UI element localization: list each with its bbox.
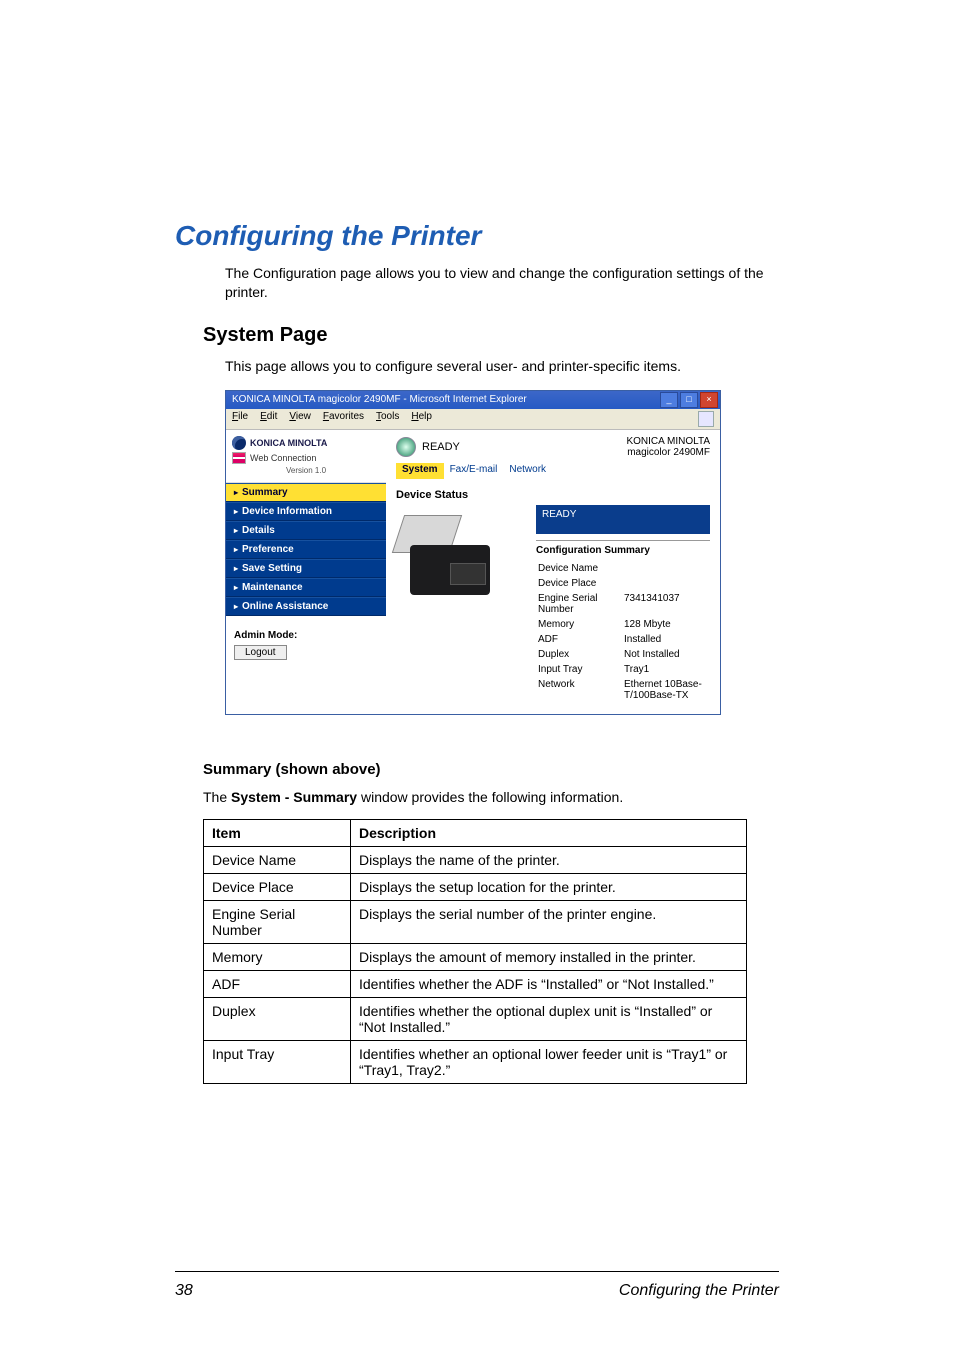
col-item: Item: [204, 819, 351, 846]
brand-name: KONICA MINOLTA: [250, 438, 327, 448]
config-row: Device Place: [538, 577, 708, 590]
logout-button[interactable]: Logout: [234, 645, 287, 660]
config-row: Engine Serial Number7341341037: [538, 592, 708, 616]
menu-view[interactable]: View: [289, 411, 311, 427]
ready-banner: READY: [536, 505, 710, 534]
device-status-title: Device Status: [396, 489, 710, 501]
printer-panel-icon: [450, 563, 486, 585]
close-icon[interactable]: ×: [700, 392, 718, 408]
status-globe-icon: [396, 437, 416, 457]
table-row: MemoryDisplays the amount of memory inst…: [204, 943, 747, 970]
config-row: DuplexNot Installed: [538, 648, 708, 661]
table-row: DuplexIdentifies whether the optional du…: [204, 997, 747, 1040]
status-text: READY: [422, 441, 460, 453]
minimize-icon[interactable]: _: [660, 392, 678, 408]
km-globe-icon: [232, 436, 246, 450]
info-table: Item Description Device NameDisplays the…: [203, 819, 747, 1084]
config-summary-table: Device Name Device Place Engine Serial N…: [536, 560, 710, 704]
chevron-right-icon: ▸: [234, 488, 238, 497]
tab-network[interactable]: Network: [503, 463, 552, 479]
titlebar: KONICA MINOLTA magicolor 2490MF - Micros…: [226, 391, 720, 409]
menu-help[interactable]: Help: [411, 411, 432, 427]
pagescope-icon: [232, 452, 246, 464]
divider: [536, 540, 710, 541]
sidebar-item-online-assistance[interactable]: ▸Online Assistance: [226, 597, 386, 616]
maximize-icon[interactable]: □: [680, 392, 698, 408]
device-model-label: KONICA MINOLTAmagicolor 2490MF: [626, 436, 710, 459]
sidebar-item-device-information[interactable]: ▸Device Information: [226, 502, 386, 521]
chevron-right-icon: ▸: [234, 507, 238, 516]
table-row: Engine Serial NumberDisplays the serial …: [204, 900, 747, 943]
tab-system[interactable]: System: [396, 463, 444, 479]
printer-image: [396, 505, 516, 605]
config-row: ADFInstalled: [538, 633, 708, 646]
sidebar-item-maintenance[interactable]: ▸Maintenance: [226, 578, 386, 597]
summary-line: The System - Summary window provides the…: [203, 788, 779, 807]
summary-heading: Summary (shown above): [203, 761, 779, 778]
intro-text: The Configuration page allows you to vie…: [225, 264, 779, 302]
sidebar: KONICA MINOLTA Web Connection Version 1.…: [226, 430, 386, 714]
chevron-right-icon: ▸: [234, 526, 238, 535]
ready-banner-text: READY: [536, 507, 710, 522]
menu-file[interactable]: File: [232, 411, 248, 427]
section-desc: This page allows you to configure severa…: [225, 357, 779, 376]
menubar: File Edit View Favorites Tools Help: [226, 409, 720, 429]
main-tabs: System Fax/E-mail Network: [396, 463, 710, 479]
config-row: Device Name: [538, 562, 708, 575]
page-number: 38: [175, 1282, 193, 1300]
version-label: Version 1.0: [232, 466, 380, 475]
menu-edit[interactable]: Edit: [260, 411, 277, 427]
config-row: Memory128 Mbyte: [538, 618, 708, 631]
chevron-right-icon: ▸: [234, 564, 238, 573]
tab-fax-email[interactable]: Fax/E-mail: [444, 463, 504, 479]
km-logo: KONICA MINOLTA: [232, 436, 380, 450]
section-heading: System Page: [203, 324, 779, 347]
chevron-right-icon: ▸: [234, 583, 238, 592]
config-row: Input TrayTray1: [538, 663, 708, 676]
page-title: Configuring the Printer: [175, 220, 779, 252]
config-row: NetworkEthernet 10Base-T/100Base-TX: [538, 678, 708, 702]
menu-favorites[interactable]: Favorites: [323, 411, 364, 427]
footer-rule: [175, 1271, 779, 1272]
table-row: ADFIdentifies whether the ADF is “Instal…: [204, 970, 747, 997]
sidebar-item-save-setting[interactable]: ▸Save Setting: [226, 559, 386, 578]
admin-mode-label: Admin Mode:: [234, 630, 378, 641]
table-row: Device PlaceDisplays the setup location …: [204, 873, 747, 900]
sidebar-item-preference[interactable]: ▸Preference: [226, 540, 386, 559]
footer-text: Configuring the Printer: [619, 1282, 779, 1300]
table-row: Device NameDisplays the name of the prin…: [204, 846, 747, 873]
brand-sub: Web Connection: [250, 453, 316, 463]
sidebar-nav: ▸Summary ▸Device Information ▸Details ▸P…: [226, 483, 386, 616]
table-header-row: Item Description: [204, 819, 747, 846]
sidebar-item-summary[interactable]: ▸Summary: [226, 483, 386, 502]
window-title: KONICA MINOLTA magicolor 2490MF - Micros…: [232, 394, 527, 405]
ie-logo-icon: [698, 411, 714, 427]
config-summary-title: Configuration Summary: [536, 545, 710, 556]
ie-window: KONICA MINOLTA magicolor 2490MF - Micros…: [225, 390, 721, 715]
col-desc: Description: [351, 819, 747, 846]
sidebar-item-details[interactable]: ▸Details: [226, 521, 386, 540]
chevron-right-icon: ▸: [234, 602, 238, 611]
menu-tools[interactable]: Tools: [376, 411, 399, 427]
table-row: Input TrayIdentifies whether an optional…: [204, 1040, 747, 1083]
chevron-right-icon: ▸: [234, 545, 238, 554]
